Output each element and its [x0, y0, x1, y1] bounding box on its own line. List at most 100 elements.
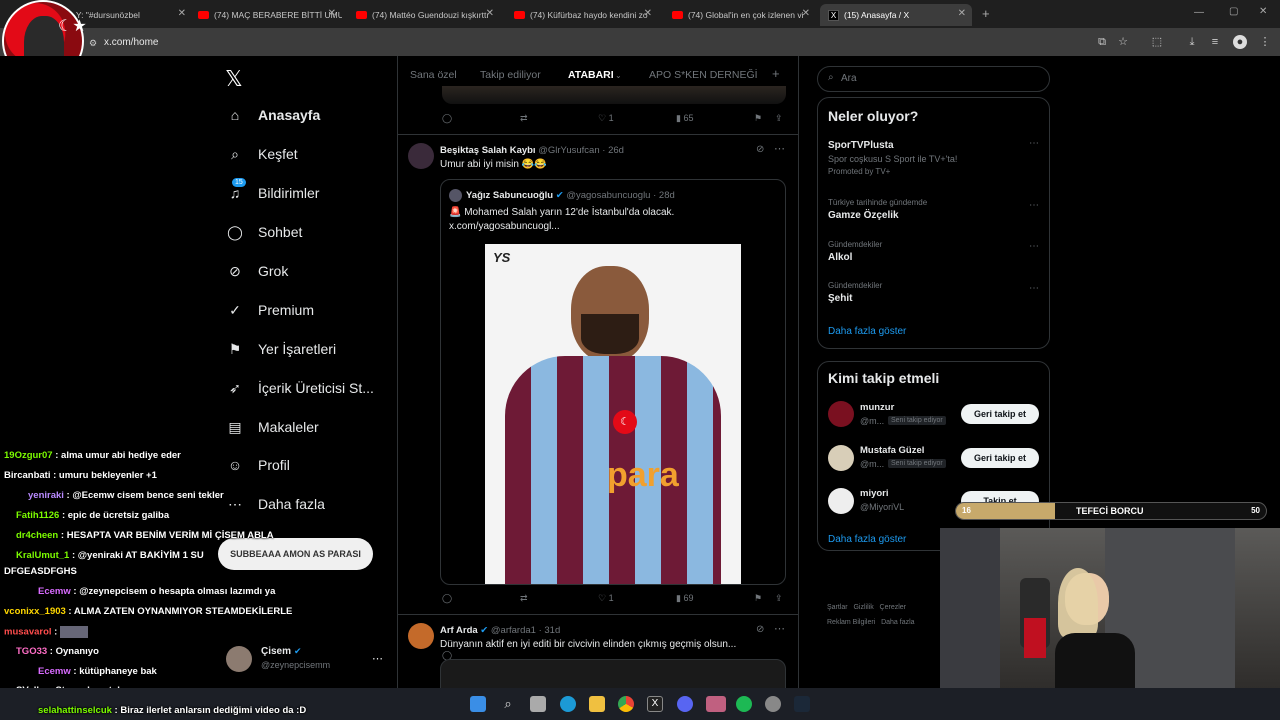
- like-button[interactable]: ♡ 1: [598, 593, 614, 604]
- close-icon[interactable]: ✕: [486, 8, 494, 19]
- tweet[interactable]: Arf Arda ✔ @arfarda1 · 31d ⊘ ⋯ Dünyanın …: [398, 614, 798, 699]
- close-icon[interactable]: ✕: [958, 8, 966, 19]
- browser-tab[interactable]: (74) Mattéo Guendouzi kışkırttı ✕: [348, 4, 500, 26]
- follow-name[interactable]: Mustafa Güzel: [860, 445, 924, 456]
- new-tab-button[interactable]: +: [982, 6, 990, 21]
- minimize-button[interactable]: —: [1194, 7, 1204, 18]
- install-icon[interactable]: ⧉: [1095, 35, 1109, 49]
- repost-icon[interactable]: ⇄: [520, 593, 528, 604]
- app-icon[interactable]: [706, 696, 726, 712]
- download-icon[interactable]: ⤓: [1185, 35, 1199, 49]
- tab-following[interactable]: Takip ediliyor: [480, 69, 541, 81]
- url-field[interactable]: x.com/home: [104, 37, 158, 48]
- chevron-down-icon[interactable]: ⌄: [615, 71, 622, 80]
- footer-link[interactable]: Reklam Bilgileri: [827, 619, 875, 626]
- tab-for-you[interactable]: Sana özel: [410, 69, 457, 81]
- views-stat[interactable]: ▮ 69: [676, 593, 693, 604]
- search-box[interactable]: ⌕ Ara: [817, 66, 1050, 92]
- discord-icon[interactable]: [677, 696, 693, 712]
- trend-item[interactable]: Gündemdekiler Şehit: [828, 281, 882, 304]
- bookmark-icon[interactable]: ⚑: [754, 113, 762, 124]
- more-dots-icon[interactable]: ⋯: [774, 142, 785, 155]
- close-icon[interactable]: ✕: [802, 8, 810, 19]
- sidebar-item-premium[interactable]: ✓ Premium: [226, 301, 314, 319]
- views-stat[interactable]: ▮ 65: [676, 113, 693, 124]
- search-icon[interactable]: ⌕: [500, 696, 516, 712]
- grok-icon[interactable]: ⊘: [756, 624, 764, 635]
- footer-link[interactable]: Çerezler: [880, 604, 906, 611]
- repost-icon[interactable]: ⇄: [520, 113, 528, 124]
- sidebar-item-home[interactable]: ⌂ Anasayfa: [226, 106, 321, 124]
- follow-name[interactable]: miyori: [860, 488, 889, 499]
- edge-icon[interactable]: [560, 696, 576, 712]
- trend-item[interactable]: Gündemdekiler Alkol: [828, 240, 882, 263]
- folder-icon[interactable]: [589, 696, 605, 712]
- window-close-button[interactable]: ✕: [1259, 6, 1267, 17]
- footer-link[interactable]: Daha fazla: [881, 619, 914, 626]
- share-icon[interactable]: ⇪: [775, 113, 783, 124]
- quoted-tweet[interactable]: Yağız Sabuncuoğlu ✔ @yagosabuncuoglu · 2…: [440, 179, 786, 585]
- tweet[interactable]: Beşiktaş Salah Kaybı @GlrYusufcan · 26d …: [398, 134, 798, 660]
- more-dots-icon[interactable]: ⋯: [1029, 283, 1039, 294]
- close-icon[interactable]: ✕: [178, 8, 186, 19]
- tab-apo-dernegi[interactable]: APO S*KEN DERNEĞİ: [649, 69, 758, 81]
- browser-tab-active[interactable]: X (15) Anasayfa / X ✕: [820, 4, 972, 26]
- close-icon[interactable]: ✕: [644, 8, 652, 19]
- grok-icon[interactable]: ⊘: [756, 144, 764, 155]
- sidebar-item-chat[interactable]: ◯ Sohbet: [226, 223, 302, 241]
- follow-name[interactable]: munzur: [860, 402, 894, 413]
- star-icon[interactable]: ☆: [1116, 35, 1130, 49]
- site-settings-icon[interactable]: ⚙: [86, 36, 100, 50]
- sidebar-item-explore[interactable]: ⌕ Keşfet: [226, 145, 298, 163]
- follow-back-button[interactable]: Geri takip et: [961, 448, 1039, 468]
- more-dots-icon[interactable]: ⋯: [1029, 138, 1039, 149]
- more-dots-icon[interactable]: ⋯: [372, 652, 383, 665]
- tweet-image[interactable]: YS ☾ para: [485, 244, 741, 584]
- show-more-link[interactable]: Daha fazla göster: [828, 534, 906, 545]
- extensions-icon[interactable]: ⬚: [1150, 35, 1164, 49]
- show-more-link[interactable]: Daha fazla göster: [828, 326, 906, 337]
- more-dots-icon[interactable]: ⋯: [1029, 241, 1039, 252]
- x-app-icon[interactable]: X: [647, 696, 663, 712]
- tab-atabari[interactable]: ATABARI: [568, 69, 614, 81]
- footer-link[interactable]: Gizlilik: [853, 604, 873, 611]
- quote-link[interactable]: x.com/yagosabuncuogl...: [449, 221, 560, 232]
- maximize-button[interactable]: ▢: [1229, 6, 1238, 17]
- reading-list-icon[interactable]: ≡: [1208, 35, 1222, 49]
- account-switcher[interactable]: Çisem ✔ @zeynepcisemm ⋯: [226, 644, 386, 674]
- follow-back-button[interactable]: Geri takip et: [961, 404, 1039, 424]
- sidebar-item-notifications[interactable]: ♫ 15 Bildirimler: [226, 178, 319, 202]
- browser-tab[interactable]: (74) Global'in en çok izlenen vi ✕: [664, 4, 816, 26]
- author-name[interactable]: Arf Arda: [440, 625, 478, 636]
- profile-avatar-icon[interactable]: ●: [1233, 35, 1247, 49]
- close-icon[interactable]: ✕: [328, 8, 336, 19]
- share-icon[interactable]: ⇪: [775, 593, 783, 604]
- reply-icon[interactable]: ◯: [442, 593, 452, 604]
- more-dots-icon[interactable]: ⋯: [774, 622, 785, 635]
- app-icon[interactable]: [765, 696, 781, 712]
- author-name[interactable]: Beşiktaş Salah Kaybı: [440, 145, 536, 156]
- menu-icon[interactable]: ⋮: [1258, 35, 1272, 49]
- bookmark-icon[interactable]: ⚑: [754, 593, 762, 604]
- trend-item[interactable]: SporTVPlusta Spor coşkusu S Sport ile TV…: [828, 140, 1038, 176]
- sidebar-item-bookmarks[interactable]: ⚑ Yer İşaretleri: [226, 340, 336, 358]
- browser-tab[interactable]: (74) Küfürbaz haydo kendini zo ✕: [506, 4, 658, 26]
- more-dots-icon[interactable]: ⋯: [1029, 200, 1039, 211]
- reply-icon[interactable]: ◯: [442, 113, 452, 124]
- trend-item[interactable]: Türkiye tarihinde gündemde Gamze Özçelik: [828, 198, 927, 221]
- spotify-icon[interactable]: [736, 696, 752, 712]
- sidebar-item-profile[interactable]: ☺ Profil: [226, 456, 290, 474]
- chrome-icon[interactable]: [618, 696, 634, 712]
- footer-link[interactable]: Şartlar: [827, 604, 848, 611]
- x-logo-icon[interactable]: 𝕏: [225, 66, 243, 92]
- search-input[interactable]: Ara: [841, 73, 857, 84]
- sidebar-item-articles[interactable]: ▤ Makaleler: [226, 418, 318, 436]
- steam-icon[interactable]: [794, 696, 810, 712]
- browser-tab[interactable]: (74) MAÇ BERABERE BİTTİ UMU ✕: [190, 4, 342, 26]
- task-view-icon[interactable]: [530, 696, 546, 712]
- sidebar-item-grok[interactable]: ⊘ Grok: [226, 262, 288, 280]
- like-button[interactable]: ♡ 1: [598, 113, 614, 124]
- add-tab-button[interactable]: +: [772, 66, 780, 81]
- sidebar-item-creator-studio[interactable]: ➶ İçerik Üreticisi St...: [226, 379, 374, 397]
- sidebar-item-more[interactable]: ⋯ Daha fazla: [226, 495, 325, 513]
